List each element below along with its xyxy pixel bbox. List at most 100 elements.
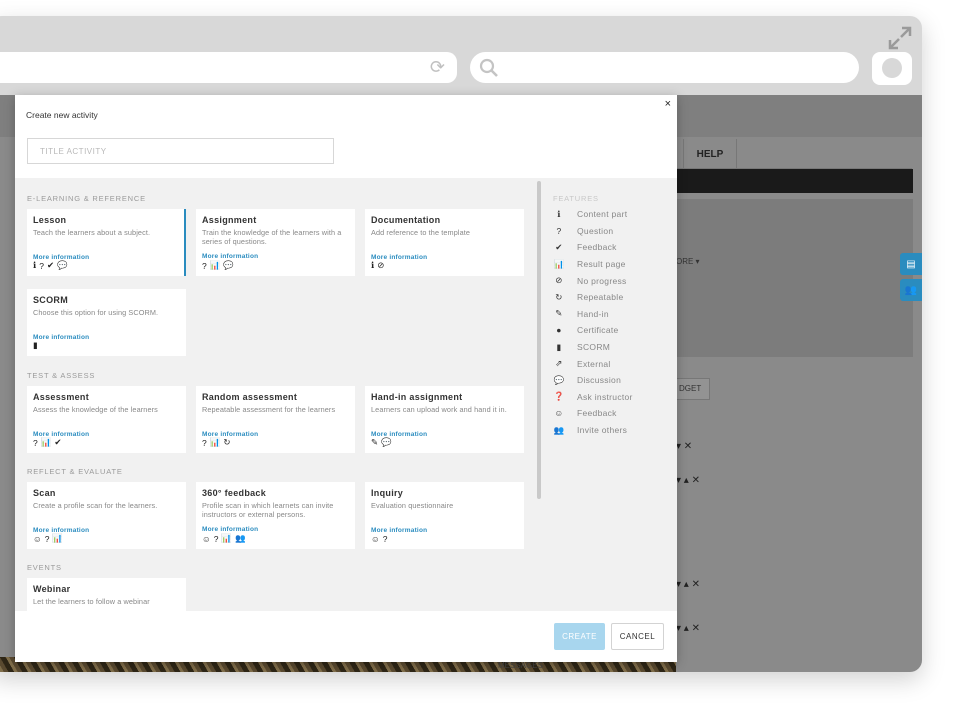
- card-title: 360° feedback: [202, 488, 267, 498]
- feature-label: Result page: [577, 259, 626, 270]
- repeat-icon: ↻: [223, 437, 231, 447]
- activity-card-inquiry[interactable]: Inquiry Evaluation questionnaire More info…: [365, 482, 524, 549]
- feature-icons: ? 📊 ✔: [33, 437, 61, 448]
- discussion-icon: 💬: [223, 260, 234, 270]
- feature-icons: ▮: [33, 340, 38, 351]
- question-icon: ?: [39, 260, 44, 271]
- feature-label: Discussion: [577, 375, 622, 386]
- feature-label: Content part: [577, 209, 628, 220]
- help-nav-item[interactable]: HELP: [683, 139, 737, 169]
- users-icon[interactable]: 👥: [900, 279, 922, 301]
- more-information-link[interactable]: More information: [371, 527, 427, 534]
- info-icon: ℹ: [33, 260, 37, 270]
- check-icon: ✔: [555, 241, 563, 252]
- info-icon: ℹ: [371, 260, 375, 270]
- card-description: Learners can upload work and hand it in.: [371, 405, 507, 414]
- scrollbar-thumb[interactable]: [537, 181, 541, 499]
- card-description: Assess the knowledge of the learners: [33, 405, 158, 414]
- expand-icon[interactable]: [888, 26, 912, 50]
- card-description: Evaluation questionnaire: [371, 501, 454, 510]
- card-title: Assignment: [202, 215, 257, 225]
- question-icon: ?: [202, 260, 207, 271]
- card-description: Choose this option for using SCORM.: [33, 308, 159, 317]
- result-icon: 📊: [221, 533, 233, 543]
- activity-card-documentation[interactable]: Documentation Add reference to the templa…: [365, 209, 524, 276]
- card-description: Create a profile scan for the learners.: [33, 501, 158, 510]
- activity-card-360-feedback[interactable]: 360° feedback Profile scan in which learn…: [196, 482, 355, 549]
- cancel-button[interactable]: CANCEL: [611, 623, 664, 650]
- feature-label: Question: [577, 225, 614, 236]
- smile-icon: ☺: [554, 408, 564, 419]
- question-icon: ?: [213, 533, 219, 544]
- question-icon: ?: [556, 225, 562, 236]
- section-title: TEST & ASSESS: [27, 371, 96, 380]
- card-title: Documentation: [371, 215, 441, 225]
- check-icon: ✔: [54, 437, 62, 447]
- section-title: REFLECT & EVALUATE: [27, 467, 123, 476]
- activity-card-lesson[interactable]: Lesson Teach the learners about a subject…: [27, 209, 186, 276]
- question-icon: ?: [382, 534, 388, 544]
- browser-menu-button[interactable]: [872, 52, 912, 85]
- activity-card-assessment[interactable]: Assessment Assess the knowledge of the le…: [27, 386, 186, 453]
- card-description: Teach the learners about a subject.: [33, 228, 151, 237]
- feature-item: 👥 Invite others: [553, 422, 673, 439]
- feature-label: Certificate: [577, 325, 619, 336]
- repeat-icon: ↻: [555, 291, 563, 302]
- row-controls[interactable]: ▾ ▴ ✕: [676, 579, 716, 590]
- background-black-bar: [676, 169, 913, 193]
- feature-item: ▮ SCORM: [553, 339, 673, 356]
- feature-label: Repeatable: [577, 292, 624, 303]
- result-icon: 📊: [209, 437, 221, 447]
- result-icon: 📊: [209, 260, 221, 270]
- card-title: Assessment: [33, 392, 90, 402]
- more-information-link[interactable]: More information: [202, 253, 258, 260]
- feature-item: ℹ Content part: [553, 206, 673, 223]
- feature-label: Hand-in: [577, 308, 609, 319]
- reload-icon[interactable]: ⟳: [430, 57, 445, 78]
- activity-card-scorm[interactable]: SCORM Choose this option for using SCORM.…: [27, 289, 186, 356]
- browser-search-bar[interactable]: [470, 52, 859, 83]
- feature-icons: ℹ? ✔ 💬: [33, 260, 68, 271]
- create-button[interactable]: CREATE: [554, 623, 605, 650]
- more-information-link[interactable]: More information: [202, 526, 258, 533]
- card-title: SCORM: [33, 295, 68, 305]
- external-icon: ⇗: [555, 358, 563, 369]
- activity-card-random-assessment[interactable]: Random assessment Repeatable assessment f…: [196, 386, 355, 453]
- background-budget-button[interactable]: DGET: [676, 378, 710, 400]
- more-information-link[interactable]: More information: [33, 334, 89, 341]
- scorm-icon: ▮: [33, 340, 38, 350]
- background-dropdown[interactable]: ORE ▾: [676, 257, 700, 266]
- feature-item: ☺ Feedback: [553, 405, 673, 422]
- feature-item: 💬 Discussion: [553, 372, 673, 389]
- activity-card-assignment[interactable]: Assignment Train the knowledge of the lea…: [196, 209, 355, 276]
- feature-label: SCORM: [577, 342, 611, 353]
- feature-label: Feedback: [577, 242, 617, 253]
- info-icon: ℹ: [557, 208, 561, 219]
- activity-card-hand-in-assignment[interactable]: Hand-in assignment Learners can upload wo…: [365, 386, 524, 453]
- ask-icon: ❓: [553, 391, 565, 402]
- feature-icons: ☺?: [371, 534, 387, 544]
- result-icon: 📊: [553, 258, 565, 269]
- feature-label: External: [577, 358, 611, 369]
- feature-item: ⇗ External: [553, 355, 673, 372]
- card-title: Hand-in assignment: [371, 392, 463, 402]
- discussion-icon: 💬: [553, 374, 565, 385]
- activity-card-scan[interactable]: Scan Create a profile scan for the learne…: [27, 482, 186, 549]
- feature-label: Feedback: [577, 408, 617, 419]
- feature-label: Invite others: [577, 425, 628, 436]
- feature-icons: ? 📊 ↻: [202, 437, 230, 448]
- feature-icons: ☺? 📊: [33, 533, 63, 544]
- book-icon[interactable]: ▤: [900, 253, 922, 275]
- activity-card-webinar[interactable]: Webinar Let the learners to follow a webi…: [27, 578, 186, 611]
- feature-label: Ask instructor: [577, 391, 633, 402]
- url-bar[interactable]: ⟳: [0, 52, 457, 83]
- close-icon[interactable]: ×: [665, 98, 671, 110]
- row-controls[interactable]: ▾ ▴ ✕: [676, 475, 716, 486]
- card-title: Inquiry: [371, 488, 404, 498]
- row-controls[interactable]: ▾ ▴ ✕: [676, 623, 716, 634]
- feature-item: ↻ Repeatable: [553, 289, 673, 306]
- question-icon: ?: [44, 533, 50, 544]
- activity-title-input[interactable]: [27, 138, 334, 164]
- scrollbar[interactable]: [537, 181, 543, 609]
- row-controls[interactable]: ▾ ✕: [676, 441, 716, 452]
